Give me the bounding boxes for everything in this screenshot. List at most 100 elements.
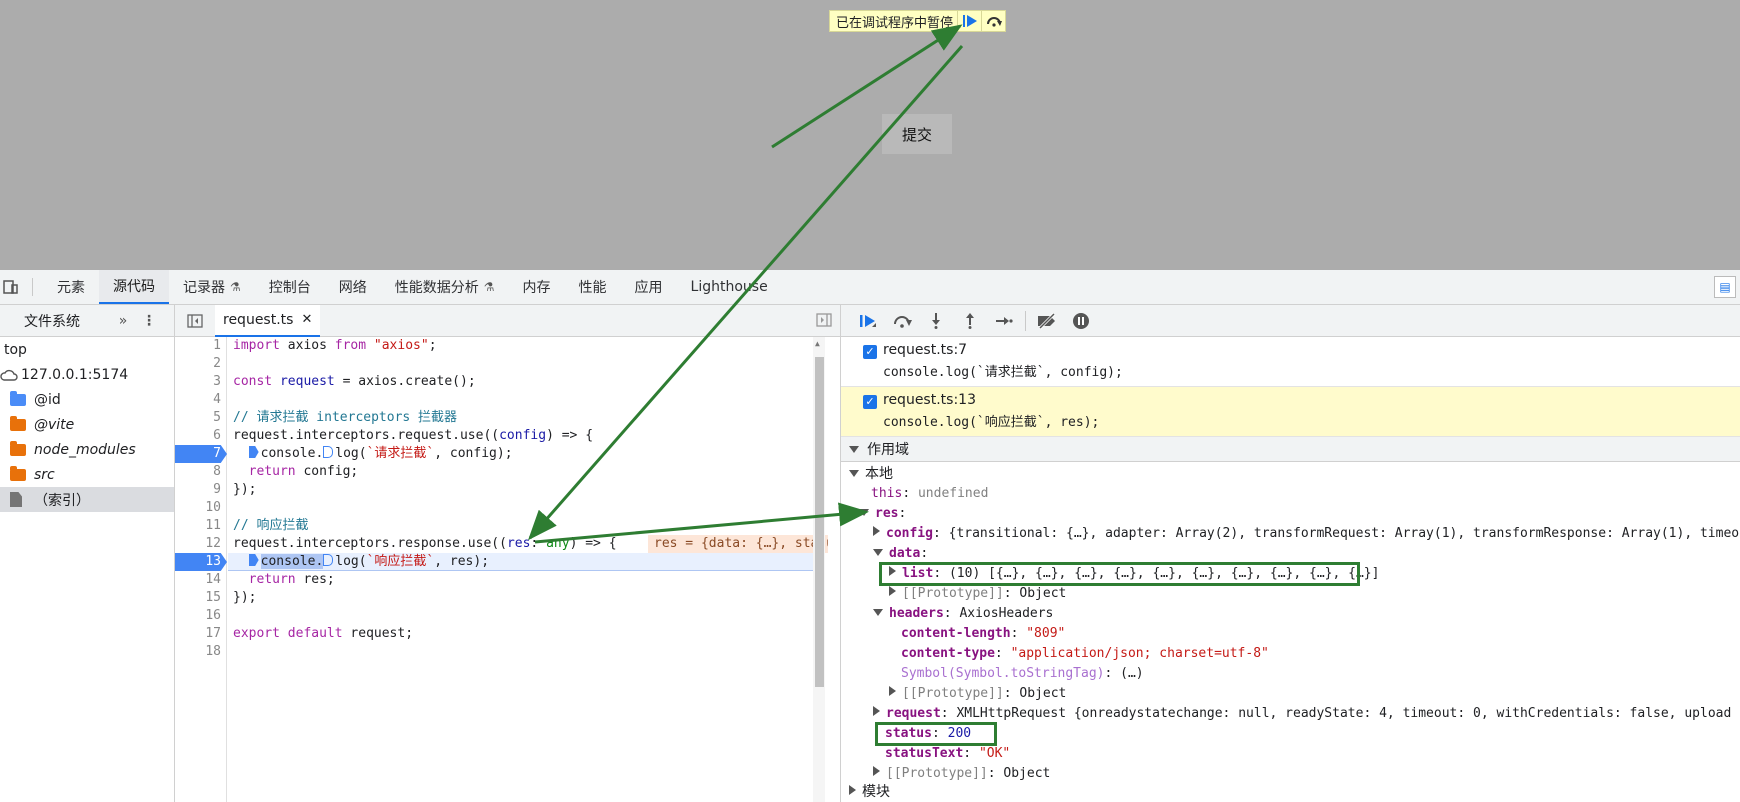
resume-icon [860,314,876,327]
line-number[interactable]: 5 [175,409,227,427]
step-button[interactable] [987,305,1021,337]
prop-value: {transitional: {…}, adapter: Array(2), t… [948,526,1740,541]
close-icon[interactable]: ✕ [301,312,312,327]
more-tabs-icon[interactable]: » [110,313,136,329]
tab-elements[interactable]: 元素 [43,270,99,304]
resume-button[interactable] [851,305,885,337]
line-gutter[interactable]: 1 2 3 4 5 6 7 8 9 10 11 12 13 14 15 16 1… [175,337,227,802]
breakpoint-location: request.ts:13 [883,392,976,408]
line-number[interactable]: 10 [175,499,227,517]
highlight-box-list [879,562,1360,586]
tree-item-id[interactable]: @id [0,387,174,412]
step-out-button[interactable] [953,305,987,337]
tree-item-node-modules[interactable]: node_modules [0,437,174,462]
scope-section-header[interactable]: 作用域 [841,437,1740,462]
step-into-button[interactable] [919,305,953,337]
scope-row-status-text[interactable]: statusText: "OK" [885,744,1010,764]
scope-row-config[interactable]: config: {transitional: {…}, adapter: Arr… [873,524,1740,544]
collapse-triangle-icon [873,766,880,776]
source-editor: request.ts ✕ 1 2 3 4 5 6 7 8 9 10 11 12 [175,304,840,802]
breakpoint-marker[interactable]: 13 [175,553,227,571]
scope-local-row[interactable]: 本地 [849,464,893,484]
line-number[interactable]: 2 [175,355,227,373]
tab-lighthouse[interactable]: Lighthouse [677,270,782,304]
device-toolbar-icon[interactable] [0,270,22,304]
scroll-thumb[interactable] [815,357,824,687]
line-number[interactable]: 14 [175,571,227,589]
tab-performance-insights[interactable]: 性能数据分析 ⚗ [381,270,509,304]
deactivate-breakpoints-button[interactable] [1030,305,1064,337]
tab-memory[interactable]: 内存 [509,270,565,304]
code-line: // 请求拦截 interceptors 拦截器 [233,410,458,425]
toggle-debugger-icon[interactable] [816,313,832,331]
line-number[interactable]: 1 [175,337,227,355]
line-number[interactable]: 3 [175,373,227,391]
line-number[interactable]: 6 [175,427,227,445]
tab-application[interactable]: 应用 [621,270,677,304]
tab-console[interactable]: 控制台 [255,270,325,304]
tab-filesystem[interactable]: 文件系统 [0,311,110,331]
step-over-button[interactable] [981,11,1005,31]
kebab-menu-icon[interactable]: ⋮ [136,313,162,329]
tree-item-index[interactable]: （索引） [0,487,174,512]
tab-performance[interactable]: 性能 [565,270,621,304]
line-number[interactable]: 9 [175,481,227,499]
scope-module-row[interactable]: 模块 [849,782,890,802]
code-line: // 响应拦截 [233,518,309,533]
scope-row-symbol[interactable]: Symbol(Symbol.toStringTag): (…) [901,664,1144,684]
scope-row-res[interactable]: res: [859,504,906,524]
resume-button[interactable] [957,11,981,31]
line-number[interactable]: 11 [175,517,227,535]
breakpoint-item-hit[interactable]: ✓ request.ts:13 console.log(`响应拦截`, res)… [841,387,1740,437]
scope-row-data[interactable]: data: [873,544,928,564]
tree-item-label: 127.0.0.1:5174 [21,366,129,383]
tab-sources[interactable]: 源代码 [99,270,169,304]
line-number[interactable]: 16 [175,607,227,625]
scope-row-headers[interactable]: headers: AxiosHeaders [873,604,1053,624]
line-number[interactable]: 15 [175,589,227,607]
expand-triangle-icon [849,445,859,453]
resume-icon [962,15,977,27]
tree-item-src[interactable]: src [0,462,174,487]
scope-row-prototype[interactable]: [[Prototype]]: Object [873,764,1050,784]
pause-on-exceptions-button[interactable] [1064,305,1098,337]
scope-row-request[interactable]: request: XMLHttpRequest {onreadystatecha… [873,704,1731,724]
tree-item-top[interactable]: top [0,337,174,362]
scope-row-this[interactable]: this: undefined [871,484,988,504]
step-over-button[interactable] [885,305,919,337]
scope-local-label: 本地 [865,466,893,482]
breakpoint-marker[interactable]: 7 [175,445,227,463]
editor-scrollbar[interactable]: ▲ [813,337,825,802]
tree-item-origin[interactable]: 127.0.0.1:5174 [0,362,174,387]
breakpoint-item[interactable]: ✓ request.ts:7 console.log(`请求拦截`, confi… [841,337,1740,387]
scope-header-label: 作用域 [867,442,909,458]
scope-row-content-type[interactable]: content-type: "application/json; charset… [901,644,1269,664]
line-number[interactable]: 4 [175,391,227,409]
scroll-up-icon[interactable]: ▲ [815,339,820,348]
expand-triangle-icon [859,509,869,516]
toggle-navigator-icon[interactable] [175,313,215,328]
line-number[interactable]: 12 [175,535,227,553]
prop-value: (…) [1120,666,1144,681]
scope-row-prototype[interactable]: [[Prototype]]: Object [889,584,1066,604]
editor-file-tab[interactable]: request.ts ✕ [215,304,321,337]
scope-row-content-length[interactable]: content-length: "809" [901,624,1065,644]
issues-icon[interactable]: ▤ [1714,276,1736,298]
devtools-tabbar: 元素 源代码 记录器 ⚗ 控制台 网络 性能数据分析 ⚗ 内存 性能 应用 Ligh… [0,270,1740,305]
expand-triangle-icon [873,609,883,616]
tab-network[interactable]: 网络 [325,270,381,304]
tab-recorder-label: 记录器 [183,280,225,296]
tree-item-vite[interactable]: @vite [0,412,174,437]
breakpoint-checkbox[interactable]: ✓ [863,395,877,409]
line-number[interactable]: 17 [175,625,227,643]
code-line: console. log(`请求拦截`, config); [233,445,513,463]
scope-row-prototype[interactable]: [[Prototype]]: Object [889,684,1066,704]
breakpoint-checkbox[interactable]: ✓ [863,345,877,359]
submit-button[interactable]: 提交 [882,114,952,154]
line-number[interactable]: 18 [175,643,227,661]
code-area[interactable]: 1 2 3 4 5 6 7 8 9 10 11 12 13 14 15 16 1… [175,337,828,802]
line-number[interactable]: 8 [175,463,227,481]
prop-name: [[Prototype]] [886,766,988,781]
prop-value: Object [1019,686,1067,701]
tab-recorder[interactable]: 记录器 ⚗ [169,270,255,304]
